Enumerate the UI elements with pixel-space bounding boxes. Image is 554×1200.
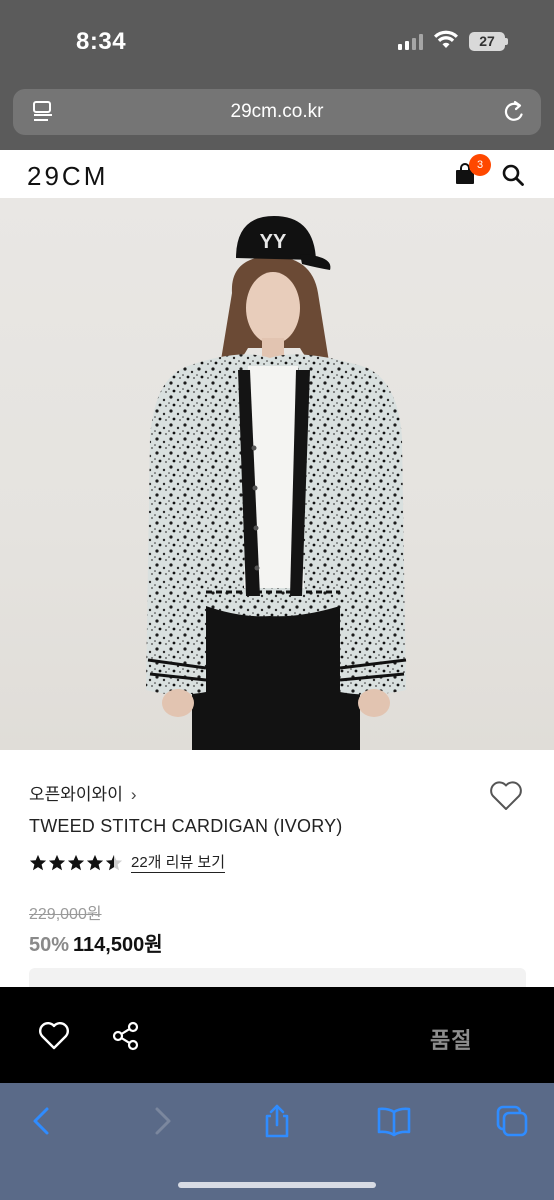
tabs-icon[interactable] — [494, 1103, 530, 1139]
model-illustration: YY — [146, 216, 407, 750]
star-icon — [48, 854, 66, 871]
rating-row: 22개 리뷰 보기 — [29, 852, 226, 874]
home-indicator — [178, 1182, 376, 1188]
share-icon[interactable] — [259, 1103, 295, 1139]
signal-icon — [398, 34, 424, 50]
forward-icon — [155, 1107, 171, 1135]
bookmarks-icon[interactable] — [376, 1103, 412, 1139]
sale-price-row: 50% 114,500원 — [29, 928, 163, 957]
battery-tip — [505, 38, 508, 45]
site-header: 29CM 3 — [0, 150, 554, 198]
search-icon[interactable] — [500, 162, 526, 188]
cart-count-badge: 3 — [469, 154, 491, 176]
rating-stars — [29, 854, 123, 872]
battery-icon: 27 — [469, 32, 505, 51]
product-name: TWEED STITCH CARDIGAN (IVORY) — [29, 816, 343, 836]
product-image[interactable]: YY — [0, 198, 554, 750]
url-text[interactable]: 29cm.co.kr — [13, 101, 541, 123]
brand-link[interactable]: 오픈와이와이 › — [29, 780, 137, 805]
sale-price: 114,500원 — [73, 934, 163, 956]
address-bar[interactable]: 29cm.co.kr — [13, 89, 541, 135]
star-icon — [86, 854, 104, 871]
heart-icon[interactable] — [488, 780, 524, 812]
chevron-right-icon: › — [130, 785, 137, 804]
browser-top-chrome: 8:34 27 29cm.co.kr — [0, 0, 554, 150]
status-bar: 8:34 27 — [0, 0, 554, 84]
share-icon[interactable] — [112, 1021, 140, 1051]
reload-icon[interactable] — [501, 99, 527, 125]
wifi-icon — [434, 30, 458, 48]
heart-icon[interactable] — [38, 1021, 70, 1051]
site-logo[interactable]: 29CM — [27, 161, 108, 192]
review-link[interactable]: 22개 리뷰 보기 — [131, 854, 226, 873]
status-time: 8:34 — [76, 28, 127, 55]
back-icon[interactable] — [24, 1103, 60, 1139]
original-price: 229,000원 — [29, 906, 102, 923]
star-half-icon — [105, 854, 123, 871]
cap-logo: YY — [260, 231, 287, 253]
star-icon — [29, 854, 47, 871]
discount-rate: 50% — [29, 934, 70, 956]
soldout-button[interactable]: 품절 — [430, 1023, 472, 1055]
star-icon — [67, 854, 85, 871]
purchase-action-bar: 품절 — [0, 987, 554, 1083]
brand-name[interactable]: 오픈와이와이 — [29, 785, 123, 804]
